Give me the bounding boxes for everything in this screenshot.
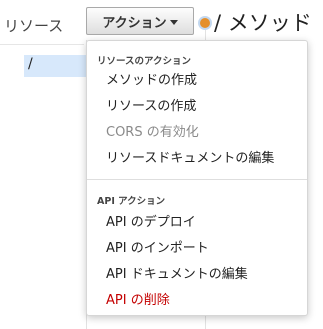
chevron-down-icon [169, 19, 178, 25]
menu-item-edit-resource-docs[interactable]: リソースドキュメントの編集 [106, 147, 274, 166]
actions-dropdown-menu: リソースのアクション メソッドの作成 リソースの作成 CORS の有効化 リソー… [86, 40, 308, 316]
resource-tree-item-root[interactable]: / [28, 56, 33, 72]
menu-item-import-api[interactable]: API のインポート [106, 237, 209, 256]
menu-item-edit-api-docs[interactable]: API ドキュメントの編集 [106, 263, 248, 282]
resources-panel-title: リソース [4, 17, 64, 35]
menu-item-create-method[interactable]: メソッドの作成 [106, 69, 197, 88]
actions-button-label: アクション [102, 15, 167, 31]
resource-actions-header: リソースのアクション [97, 56, 192, 67]
api-actions-header: API アクション [97, 196, 166, 207]
menu-divider [87, 179, 307, 180]
status-dot-icon [200, 18, 210, 28]
actions-button[interactable]: アクション [86, 7, 194, 35]
resource-tree-selected-row[interactable]: / [24, 55, 86, 77]
menu-item-deploy-api[interactable]: API のデプロイ [106, 211, 196, 230]
menu-item-delete-api[interactable]: API の削除 [106, 289, 170, 308]
menu-item-enable-cors: CORS の有効化 [106, 125, 199, 140]
menu-item-create-resource[interactable]: リソースの作成 [106, 95, 196, 114]
panel-divider [0, 44, 84, 45]
page-title: / メソッド [214, 11, 312, 35]
